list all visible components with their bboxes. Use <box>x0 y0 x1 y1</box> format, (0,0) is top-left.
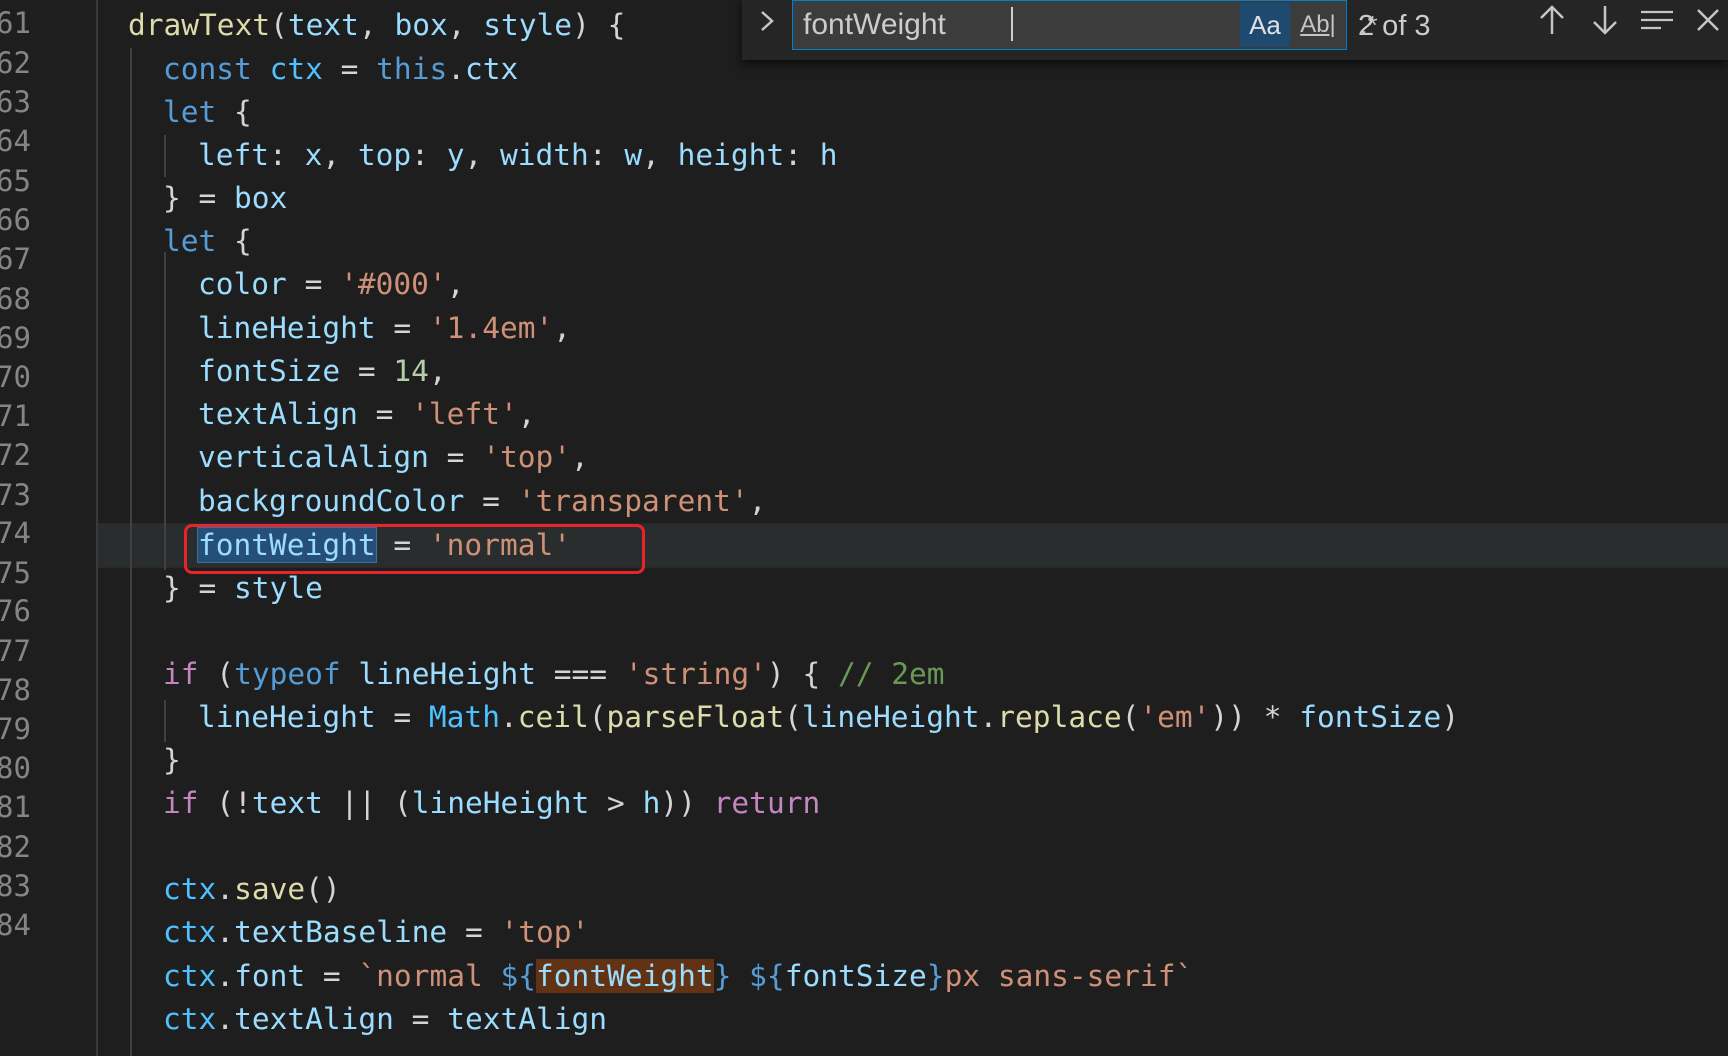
close-find-button[interactable] <box>1688 2 1728 46</box>
code-line-78[interactable]: } <box>163 739 181 782</box>
line-number: 66 <box>0 203 31 237</box>
code-line-65[interactable]: } = box <box>163 177 287 220</box>
find-input-container: Aa Ab| .* <box>792 0 1378 50</box>
code-editor[interactable]: 61 62 63 64 65 66 67 68 69 70 71 72 73 7… <box>0 0 1728 1056</box>
code-line-70[interactable]: textAlign = 'left', <box>198 393 536 436</box>
line-number-gutter: 61 62 63 64 65 66 67 68 69 70 71 72 73 7… <box>0 0 90 1056</box>
match-case-toggle[interactable]: Aa <box>1240 3 1290 47</box>
line-number: 61 <box>0 6 31 40</box>
line-number: 79 <box>0 712 31 746</box>
code-line-64[interactable]: left: x, top: y, width: w, height: h <box>198 134 838 177</box>
line-number: 80 <box>0 751 31 785</box>
match-count: 2 of 3 <box>1358 10 1431 42</box>
code-line-61[interactable]: drawText(text, box, style) { <box>128 4 625 47</box>
code-line-81[interactable]: ctx.save() <box>163 868 341 911</box>
line-number: 70 <box>0 360 31 394</box>
line-number: 65 <box>0 164 31 198</box>
find-in-selection-button[interactable] <box>1637 2 1677 46</box>
code-line-79[interactable]: if (!text || (lineHeight > h)) return <box>163 782 820 825</box>
line-number: 67 <box>0 242 31 276</box>
close-icon <box>1697 9 1719 31</box>
line-number: 64 <box>0 124 31 158</box>
previous-match-button[interactable] <box>1532 2 1572 46</box>
line-number: 77 <box>0 634 31 668</box>
line-number: 62 <box>0 46 31 80</box>
line-number: 71 <box>0 399 31 433</box>
line-number: 72 <box>0 438 31 472</box>
code-line-82[interactable]: ctx.textBaseline = 'top' <box>163 911 589 954</box>
code-line-72[interactable]: backgroundColor = 'transparent', <box>198 480 766 523</box>
find-widget: Aa Ab| .* 2 of 3 <box>742 0 1728 60</box>
code-line-69[interactable]: fontSize = 14, <box>198 350 447 393</box>
whole-word-toggle[interactable]: Ab| <box>1296 3 1340 47</box>
code-line-66[interactable]: let { <box>163 220 252 263</box>
line-number: 82 <box>0 830 31 864</box>
line-number: 63 <box>0 85 31 119</box>
line-number: 81 <box>0 790 31 824</box>
line-number: 78 <box>0 673 31 707</box>
line-number: 76 <box>0 594 31 628</box>
code-line-74[interactable]: } = style <box>163 567 323 610</box>
code-line-67[interactable]: color = '#000', <box>198 263 464 306</box>
code-line-63[interactable]: let { <box>163 91 252 134</box>
code-line-62[interactable]: const ctx = this.ctx <box>163 48 518 91</box>
indent-guide <box>130 48 132 1056</box>
line-number: 68 <box>0 282 31 316</box>
code-line-77[interactable]: lineHeight = Math.ceil(parseFloat(lineHe… <box>198 696 1459 739</box>
indent-guide <box>164 700 166 742</box>
find-input[interactable] <box>793 1 1133 49</box>
toggle-replace-button[interactable] <box>754 6 782 42</box>
indent-guide <box>164 135 166 177</box>
line-number: 74 <box>0 516 31 550</box>
code-line-84[interactable]: ctx.textAlign = textAlign <box>163 998 607 1041</box>
next-match-button[interactable] <box>1585 2 1625 46</box>
line-number: 69 <box>0 321 31 355</box>
code-line-71[interactable]: verticalAlign = 'top', <box>198 436 589 479</box>
code-line-76[interactable]: if (typeof lineHeight === 'string') { //… <box>163 653 945 696</box>
find-in-selection-icon <box>1641 10 1673 30</box>
line-number: 73 <box>0 478 31 512</box>
chevron-right-icon <box>761 11 774 31</box>
arrow-down-icon <box>1593 6 1617 35</box>
indent-guide <box>164 252 166 570</box>
text-caret <box>1011 7 1013 41</box>
code-line-83[interactable]: ctx.font = `normal ${fontWeight} ${fontS… <box>163 955 1193 998</box>
line-number: 83 <box>0 869 31 903</box>
arrow-up-icon <box>1540 5 1564 34</box>
code-line-68[interactable]: lineHeight = '1.4em', <box>198 307 571 350</box>
search-match: fontWeight <box>536 959 714 993</box>
line-number: 75 <box>0 556 31 590</box>
line-number: 84 <box>0 908 31 942</box>
